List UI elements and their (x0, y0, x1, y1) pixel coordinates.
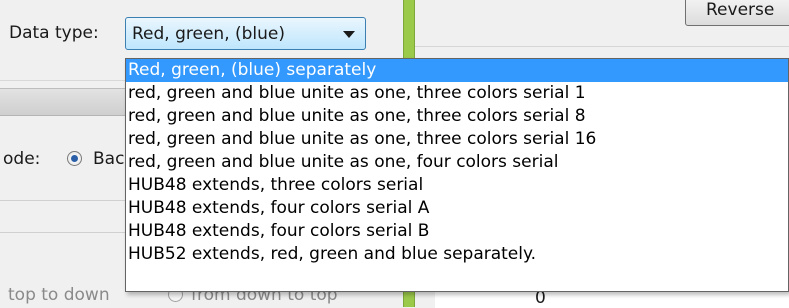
dropdown-option[interactable]: HUB48 extends, three colors serial (126, 174, 788, 197)
data-type-dropdown-list[interactable]: Red, green, (blue) separately red, green… (125, 58, 789, 292)
radio-selected-dot (71, 155, 78, 162)
mode-radio-label[interactable]: Bac (93, 148, 124, 170)
dropdown-option[interactable]: red, green and blue unite as one, four c… (126, 151, 788, 174)
data-type-combobox[interactable]: Red, green, (blue) (125, 17, 366, 50)
dropdown-option[interactable]: red, green and blue unite as one, three … (126, 82, 788, 105)
dropdown-option[interactable]: HUB48 extends, four colors serial A (126, 197, 788, 220)
direction-option-label[interactable]: top to down (8, 284, 110, 306)
chevron-down-icon[interactable] (343, 31, 355, 38)
dropdown-option[interactable]: HUB48 extends, four colors serial B (126, 220, 788, 243)
dropdown-option[interactable]: red, green and blue unite as one, three … (126, 128, 788, 151)
dropdown-option[interactable]: HUB52 extends, red, green and blue separ… (126, 243, 788, 266)
data-type-label: Data type: (9, 23, 99, 43)
dropdown-option[interactable]: Red, green, (blue) separately (126, 59, 788, 82)
mode-label: ode: (3, 149, 41, 169)
divider (415, 46, 789, 47)
dropdown-option[interactable]: red, green and blue unite as one, three … (126, 105, 788, 128)
mode-radio[interactable] (67, 151, 82, 166)
data-type-selected-value: Red, green, (blue) (132, 24, 286, 44)
reverse-button[interactable]: Reverse (685, 0, 789, 26)
